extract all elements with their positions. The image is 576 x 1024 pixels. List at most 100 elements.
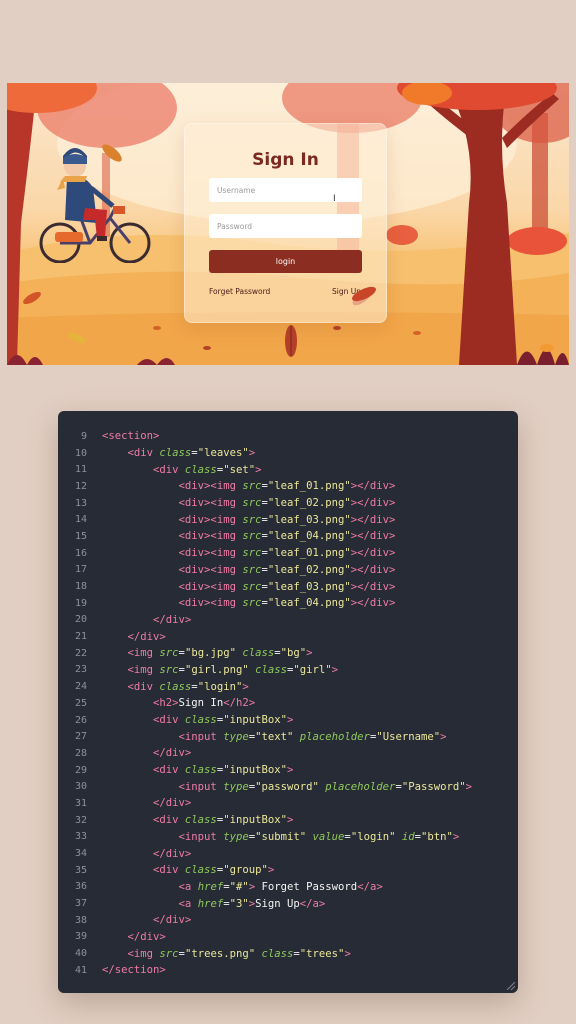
code-token: > xyxy=(344,947,351,960)
code-token: Sign In xyxy=(178,697,224,710)
code-token: "set" xyxy=(223,463,256,476)
line-number: 31 xyxy=(74,797,87,809)
code-token: <div><img xyxy=(178,547,243,560)
login-button[interactable]: login xyxy=(209,250,362,273)
code-line: 40 <img src = "trees.png" class = "trees" > xyxy=(58,945,518,962)
code-token: src xyxy=(242,597,262,610)
code-token: <div xyxy=(153,814,185,827)
code-line: 17 <div><img src = "leaf_02.png" ></div> xyxy=(58,562,518,579)
line-number: 36 xyxy=(74,881,87,893)
code-token: <input xyxy=(178,730,224,743)
code-token: > xyxy=(306,647,313,660)
code-token: "inputBox" xyxy=(223,814,287,827)
line-number: 11 xyxy=(74,464,87,476)
code-token: <div xyxy=(127,680,160,693)
code-token: </h2> xyxy=(223,697,256,710)
code-token: > xyxy=(452,830,460,843)
code-token: </div> xyxy=(153,747,192,760)
code-lines: 9 <section> 10 <div class = "leaves" >11 <div… xyxy=(58,428,518,979)
code-token: placeholder xyxy=(325,780,396,793)
username-input[interactable] xyxy=(209,178,362,202)
code-token: ></div> xyxy=(350,513,396,526)
code-token: <input xyxy=(178,780,224,793)
code-token: "Username" xyxy=(376,730,441,743)
line-number: 10 xyxy=(74,447,87,459)
code-token: class xyxy=(159,447,192,460)
code-line: 23 <img src = "girl.png" class = "girl" > xyxy=(58,662,518,679)
code-token: class xyxy=(184,463,217,476)
line-number: 24 xyxy=(74,681,87,693)
line-number: 13 xyxy=(74,497,87,509)
code-token: src xyxy=(242,547,262,560)
code-token: class xyxy=(184,814,217,827)
line-number: 27 xyxy=(74,731,87,743)
resize-grip-icon[interactable] xyxy=(507,982,515,990)
line-number: 33 xyxy=(74,831,87,843)
code-token: "3" xyxy=(229,897,249,910)
line-number: 18 xyxy=(74,581,87,593)
code-token: "inputBox" xyxy=(223,714,287,727)
code-token: class xyxy=(242,647,275,660)
code-token: src xyxy=(242,563,262,576)
forget-password-link[interactable]: Forget Password xyxy=(209,287,270,296)
code-token: "trees.png" xyxy=(184,947,256,960)
code-line: 34 </div> xyxy=(58,845,518,862)
code-token: ></div> xyxy=(350,597,396,610)
code-token: src xyxy=(242,580,262,593)
code-token: "leaf_04.png" xyxy=(267,530,351,543)
line-number: 30 xyxy=(74,781,87,793)
code-token: src xyxy=(159,663,179,676)
code-token: > xyxy=(286,714,294,727)
code-token: <div xyxy=(127,447,160,460)
code-line: 25 <h2> Sign In </h2> xyxy=(58,695,518,712)
code-token: "Password" xyxy=(401,780,466,793)
code-line: 26 <div class = "inputBox" > xyxy=(58,712,518,729)
code-line: 15 <div><img src = "leaf_04.png" ></div> xyxy=(58,528,518,545)
code-token: class xyxy=(255,663,287,676)
code-token: </div> xyxy=(153,847,192,860)
line-number: 16 xyxy=(74,547,87,559)
code-token: value xyxy=(312,830,345,843)
code-token: "leaf_02.png" xyxy=(267,563,351,576)
code-token: "trees" xyxy=(299,947,345,960)
code-line: 18 <div><img src = "leaf_03.png" ></div> xyxy=(58,578,518,595)
code-token: "login" xyxy=(350,830,396,843)
code-token: <div><img xyxy=(178,530,243,543)
code-token: "#" xyxy=(229,880,249,893)
code-token: class xyxy=(184,714,217,727)
code-token: class xyxy=(261,947,294,960)
line-number: 12 xyxy=(74,480,87,492)
line-number: 37 xyxy=(74,898,87,910)
code-token: src xyxy=(242,530,262,543)
code-token: ></div> xyxy=(350,580,396,593)
code-token: <div><img xyxy=(178,563,243,576)
code-line: 33 <input type = "submit" value = "login" id… xyxy=(58,829,518,846)
code-line: 31 </div> xyxy=(58,795,518,812)
code-token: </a> xyxy=(357,880,383,893)
code-token: type xyxy=(223,830,249,843)
code-line: 14 <div><img src = "leaf_03.png" ></div> xyxy=(58,511,518,528)
code-line: 28 </div> xyxy=(58,745,518,762)
code-token: > xyxy=(248,447,256,460)
code-token: <img xyxy=(127,647,160,660)
password-input[interactable] xyxy=(209,214,362,238)
code-token: type xyxy=(223,780,249,793)
code-token: Sign Up xyxy=(255,897,300,910)
code-token: placeholder xyxy=(299,730,370,743)
code-token: "girl" xyxy=(293,663,332,676)
code-line: 29 <div class = "inputBox" > xyxy=(58,762,518,779)
code-token: href xyxy=(197,897,224,910)
code-line: 35 <div class = "group" > xyxy=(58,862,518,879)
code-token: src xyxy=(242,497,262,510)
